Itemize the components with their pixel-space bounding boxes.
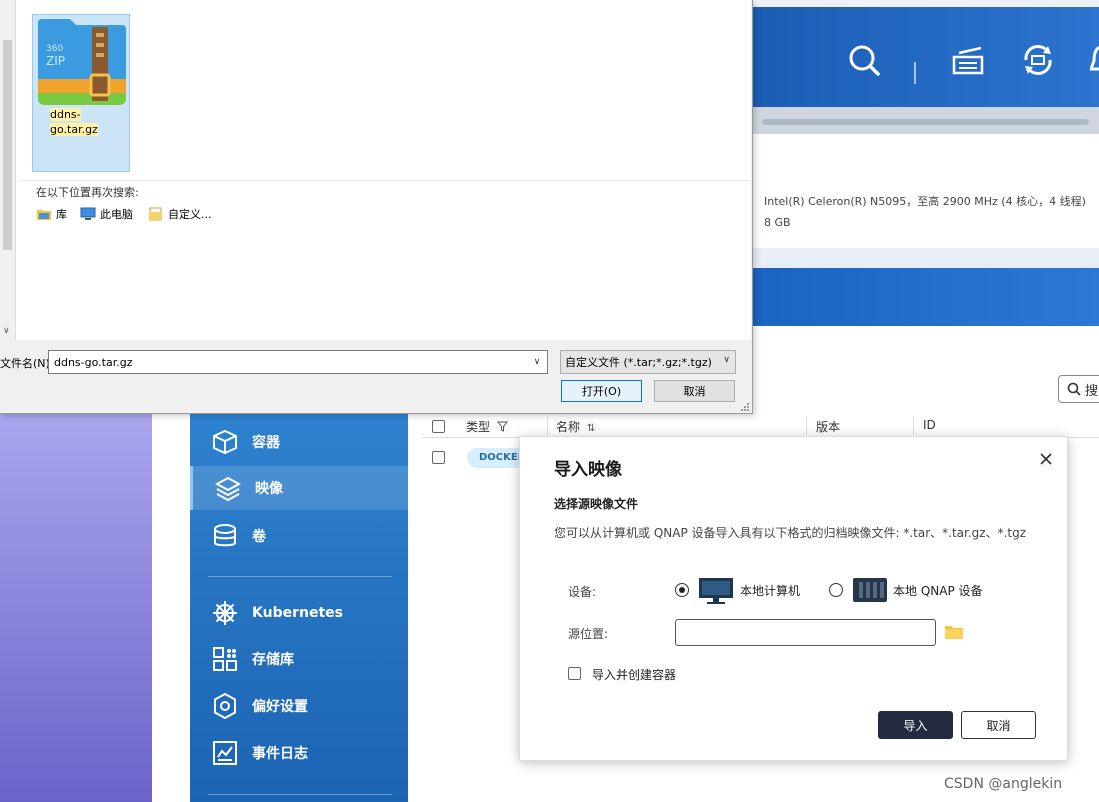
vertical-scrollbar[interactable]: ∨ [0,0,16,340]
sidebar-item-kubernetes[interactable]: Kubernetes [190,591,408,635]
filename-input[interactable] [48,350,548,374]
event-log-icon [210,738,240,768]
column-id[interactable]: ID [923,418,936,432]
window-gap [152,414,190,802]
sort-icon[interactable]: ⇅ [587,423,595,434]
library-icon [37,210,51,220]
scroll-down-arrow[interactable]: ∨ [3,326,10,336]
open-button[interactable]: 打开(O) [561,380,642,402]
system-info-panel: Intel(R) Celeron(R) N5095，至高 2900 MHz (4… [752,134,1099,248]
file-list-pane: ∨ 360 ZIP ddns-go.tar.gz 在以下位置再次搜索: 库 此电… [0,0,751,340]
sidebar-item-label: 容器 [252,435,280,451]
sidebar-item-event-log[interactable]: 事件日志 [190,731,408,775]
cpu-info: Intel(R) Celeron(R) N5095，至高 2900 MHz (4… [764,195,1086,208]
computer-icon [80,207,96,220]
chevron-down-icon[interactable]: ∨ [530,354,544,370]
header-separator [914,62,916,84]
option-local-computer[interactable]: 本地计算机 [740,582,800,599]
filename-label: 文件名(N): [0,357,54,370]
info-divider [752,248,1099,268]
file-cancel-button[interactable]: 取消 [654,380,735,402]
sidebar-item-label: 事件日志 [252,746,308,762]
location-this-pc[interactable]: 此电脑 [80,206,133,222]
sidebar-item-label: Kubernetes [252,605,343,621]
sidebar-item-label: 存储库 [252,652,294,668]
create-container-label[interactable]: 导入并创建容器 [592,666,676,683]
resize-grip-icon[interactable] [740,402,750,412]
option-local-qnap[interactable]: 本地 QNAP 设备 [893,582,983,599]
column-version[interactable]: 版本 [816,418,840,435]
sidebar: 容器 映像 卷 Kubernetes 存储库 偏好设置 事件日志 [190,414,408,802]
sidebar-item-registry[interactable]: 存储库 [190,637,408,681]
file-open-dialog: ∨ 360 ZIP ddns-go.tar.gz 在以下位置再次搜索: 库 此电… [0,0,753,414]
svg-text:360: 360 [46,44,63,54]
zip-archive-icon: 360 ZIP [38,19,126,105]
sync-icon[interactable] [1018,40,1058,80]
cancel-button[interactable]: 取消 [961,711,1036,739]
desktop-wallpaper [0,414,152,802]
import-image-dialog: 导入映像 选择源映像文件 您可以从计算机或 QNAP 设备导入具有以下格式的归档… [519,436,1068,761]
computer-monitor-icon [699,578,733,604]
filetype-select[interactable]: 自定义文件 (*.tar;*.gz;*.tgz) ∨ [560,350,736,374]
search-icon[interactable] [844,40,884,80]
device-label: 设备: [568,585,597,599]
sidebar-item-label: 映像 [255,481,283,497]
create-container-checkbox[interactable] [568,667,581,680]
source-location-label: 源位置: [568,627,609,641]
chevron-down-icon: ∨ [723,355,730,365]
search-again-label: 在以下位置再次搜索: [36,186,139,199]
preferences-gear-icon [210,691,240,721]
svg-text:ZIP: ZIP [46,54,65,68]
browser-tabs-strip [752,0,1099,7]
tasks-icon[interactable] [948,40,988,80]
location-custom[interactable]: 自定义... [148,206,212,222]
filter-icon[interactable] [496,421,508,432]
radio-local-qnap[interactable] [829,583,843,597]
container-cube-icon [210,427,240,457]
volume-database-icon [210,521,240,551]
search-divider [20,180,750,181]
image-layers-icon [213,473,243,503]
sidebar-item-label: 卷 [252,529,266,545]
sidebar-divider [208,576,392,577]
nas-device-icon [853,578,887,602]
registry-grid-icon [210,644,240,674]
sidebar-item-preferences[interactable]: 偏好设置 [190,684,408,728]
dialog-title: 导入映像 [554,460,622,480]
location-library[interactable]: 库 [36,206,67,222]
select-all-checkbox[interactable] [432,420,445,433]
column-name[interactable]: 名称 ⇅ [556,418,595,435]
memory-info: 8 GB [764,216,791,229]
column-type[interactable]: 类型 [466,418,508,435]
close-icon[interactable] [1036,449,1056,469]
file-name-label: ddns-go.tar.gz [50,108,98,136]
source-location-input[interactable] [675,619,936,646]
radio-local-computer[interactable] [675,583,689,597]
sidebar-divider [208,794,392,795]
sidebar-item-volumes[interactable]: 卷 [190,514,408,558]
custom-folder-icon [149,207,162,221]
folder-icon[interactable] [944,623,964,641]
dialog-description: 您可以从计算机或 QNAP 设备导入具有以下格式的归档映像文件: *.tar、*… [554,526,1027,540]
app-header [752,7,1099,107]
search-input[interactable]: 搜 [1058,375,1099,403]
header-subbar [752,107,1099,134]
watermark: CSDN @anglekin [944,776,1063,792]
import-button[interactable]: 导入 [878,711,953,739]
search-placeholder: 搜 [1085,383,1099,399]
table-header: 类型 名称 ⇅ 版本 ID [422,414,1099,438]
sidebar-item-label: 偏好设置 [252,699,308,715]
search-icon [1067,382,1081,396]
table-row[interactable]: DOCKER [422,446,538,470]
sidebar-item-images[interactable]: 映像 [190,466,408,510]
scrollbar-thumb[interactable] [3,40,12,250]
section-title: 选择源映像文件 [554,497,639,511]
notification-icon[interactable] [1082,40,1099,80]
banner-bar [752,268,1099,326]
row-checkbox[interactable] [432,451,445,464]
file-item[interactable]: 360 ZIP ddns-go.tar.gz [32,14,130,172]
sidebar-item-containers[interactable]: 容器 [190,420,408,464]
kubernetes-helm-icon [210,598,240,628]
